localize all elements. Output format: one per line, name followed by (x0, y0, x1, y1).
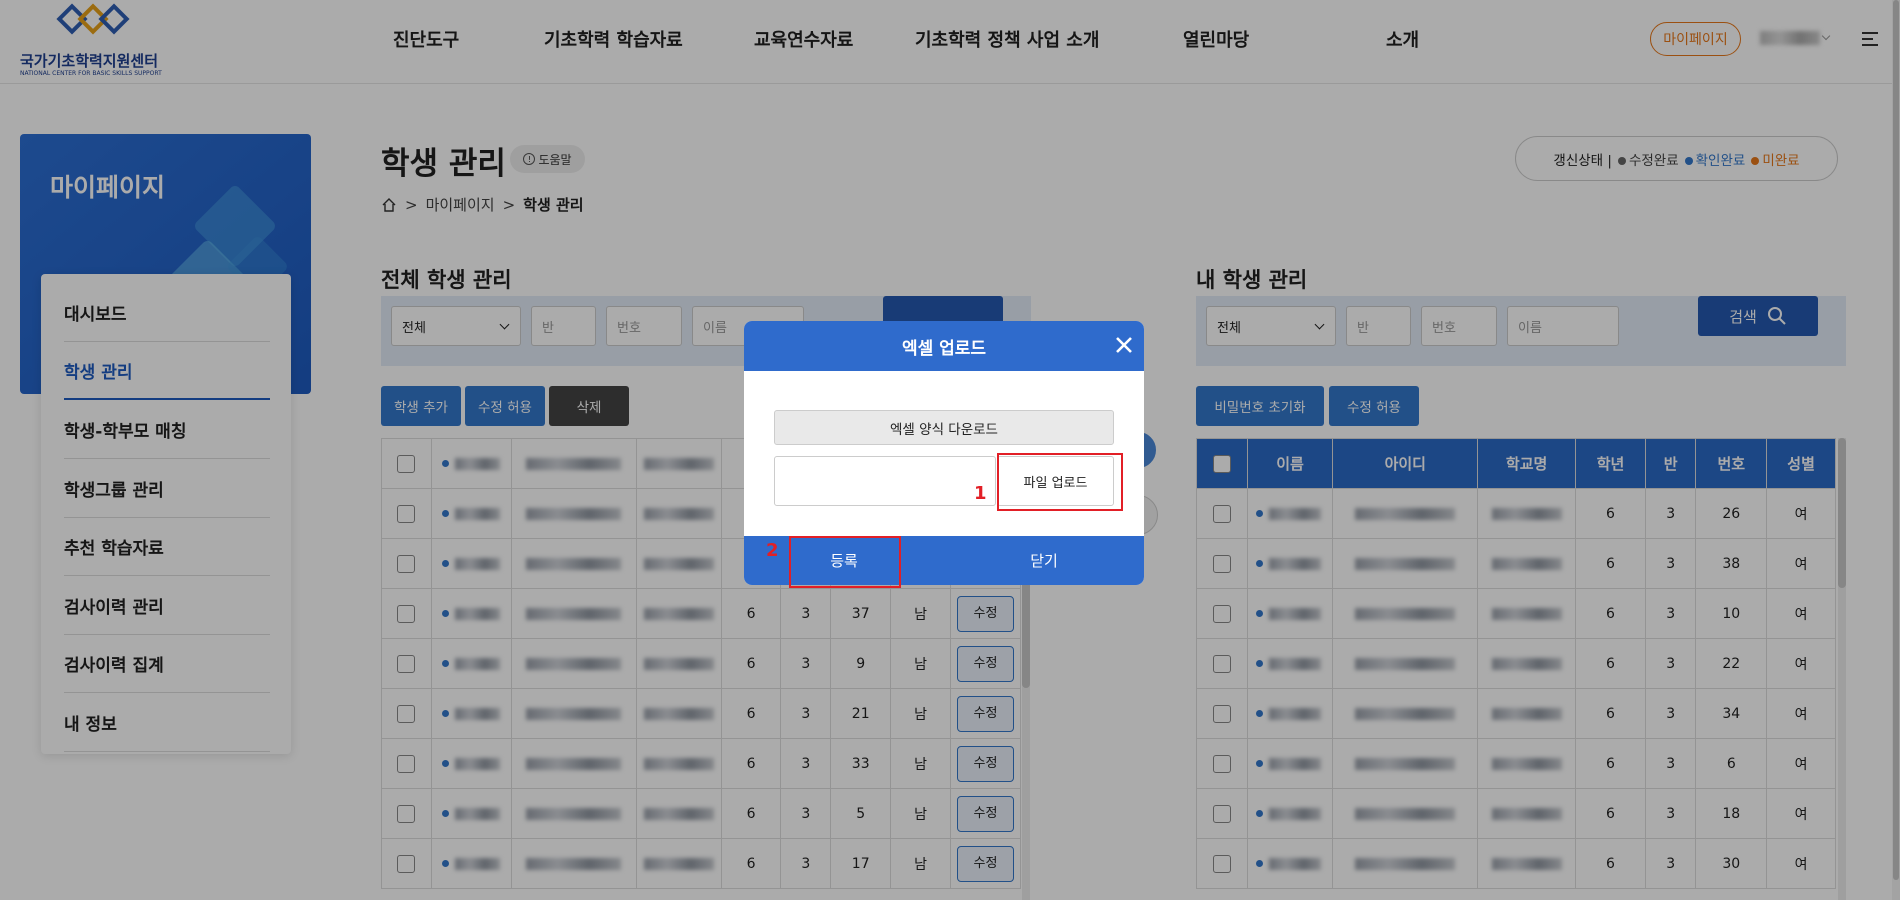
annotation-number-1: 1 (974, 483, 987, 504)
close-button[interactable]: 닫기 (944, 536, 1144, 585)
modal-header: 엑셀 업로드 (744, 321, 1144, 371)
modal-title: 엑셀 업로드 (901, 338, 987, 359)
download-template-button[interactable]: 엑셀 양식 다운로드 (774, 410, 1114, 445)
annotation-box-upload (997, 453, 1123, 511)
file-name-field[interactable] (774, 456, 996, 506)
annotation-box-register (789, 536, 901, 588)
close-icon[interactable] (1114, 335, 1134, 355)
annotation-number-2: 2 (766, 540, 779, 561)
